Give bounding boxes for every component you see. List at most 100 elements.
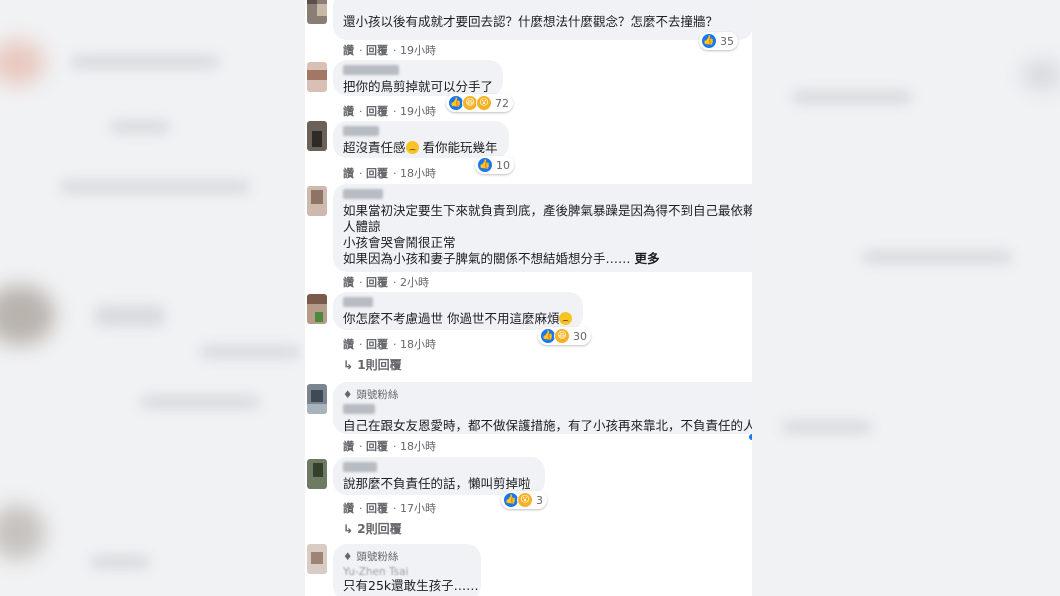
- avatar[interactable]: [307, 186, 327, 216]
- reply-button[interactable]: 回覆: [366, 502, 388, 515]
- reply-button[interactable]: 回覆: [366, 440, 388, 453]
- reaction-count: 72: [495, 96, 509, 110]
- reply-arrow-icon: ↳: [343, 358, 354, 372]
- timestamp[interactable]: 18小時: [400, 440, 436, 453]
- comment-actions: 讚 · 回覆 · 19小時: [343, 105, 436, 118]
- comment-bubble: ♦ 頭號粉絲 Yu-Zhen Tsai 只有25k還敢生孩子……: [333, 544, 481, 596]
- comment-bubble: 你怎麼不考慮過世 你過世不用這麼麻煩: [333, 292, 583, 330]
- avatar[interactable]: [307, 459, 327, 489]
- blurred-text: [95, 305, 165, 327]
- like-button[interactable]: 讚: [343, 338, 354, 351]
- blurred-author-name[interactable]: [343, 404, 375, 414]
- reaction-summary[interactable]: 👍 35: [699, 32, 738, 50]
- timestamp[interactable]: 18小時: [400, 167, 436, 180]
- comment-actions: 讚 · 回覆 · 2小時: [343, 276, 429, 289]
- reaction-count: 30: [573, 329, 587, 343]
- like-button[interactable]: 讚: [343, 105, 354, 118]
- comment-bubble: ♦ 頭號粉絲 自己在跟女友恩愛時，都不做保護措施，有了小孩再來靠北，不負責任的人: [333, 382, 752, 434]
- view-replies-link[interactable]: ↳ 1則回覆: [343, 356, 402, 373]
- comment-text: 超沒責任感 看你能玩幾年: [343, 140, 498, 155]
- reply-button[interactable]: 回覆: [366, 44, 388, 57]
- comment-text: 把你的鳥剪掉就可以分手了: [343, 79, 494, 94]
- like-button[interactable]: 讚: [343, 440, 354, 453]
- reply-button[interactable]: 回覆: [366, 105, 388, 118]
- like-button[interactable]: 讚: [343, 167, 354, 180]
- timestamp[interactable]: 19小時: [400, 44, 436, 57]
- blurred-avatar: [0, 285, 55, 345]
- like-icon: 👍: [477, 157, 493, 173]
- avatar[interactable]: [307, 384, 327, 414]
- comment-bubble: 把你的鳥剪掉就可以分手了: [333, 60, 503, 96]
- like-button[interactable]: 讚: [343, 276, 354, 289]
- blurred-author-name[interactable]: [343, 189, 383, 199]
- blurred-text: [862, 250, 1012, 264]
- diamond-icon: ♦: [343, 388, 353, 401]
- sad-emoji-icon: [405, 141, 419, 154]
- reaction-summary[interactable]: 👍 😮 3: [501, 491, 547, 509]
- comment-text-line: 人體諒: [343, 219, 381, 234]
- comment-bubble: 如果當初決定要生下來就負責到底，產後脾氣暴躁是因為得不到自己最依賴 人體諒 小孩…: [333, 184, 752, 272]
- comment-text: 說那麼不負責任的話，懶叫剪掉啦: [343, 476, 531, 491]
- diamond-icon: ♦: [343, 550, 353, 563]
- blurred-text: [60, 180, 250, 194]
- blurred-avatar: [0, 505, 45, 560]
- blurred-shape: [1022, 60, 1060, 90]
- like-button[interactable]: 讚: [343, 44, 354, 57]
- comment-text: 你怎麼不考慮過世 你過世不用這麼麻煩: [343, 311, 573, 327]
- blurred-background-right: [752, 0, 1060, 596]
- see-more-link[interactable]: 更多: [635, 251, 660, 266]
- blurred-text: [782, 420, 872, 434]
- blurred-author-name[interactable]: [343, 297, 373, 307]
- blurred-text: [792, 90, 912, 104]
- avatar[interactable]: [307, 294, 327, 324]
- avatar[interactable]: [307, 62, 327, 92]
- haha-icon: 😆: [554, 328, 570, 344]
- reaction-summary[interactable]: 👍 😆 30: [538, 327, 591, 345]
- comment-text: 還小孩以後有成就才要回去認？什麼想法什麼觀念？怎麼不去撞牆？: [343, 14, 719, 29]
- comment-text: 只有25k還敢生孩子……: [343, 578, 479, 593]
- comment-actions: 讚 · 回覆 · 18小時: [343, 338, 436, 351]
- blurred-author-name[interactable]: [343, 126, 379, 136]
- timestamp[interactable]: 18小時: [400, 338, 436, 351]
- top-fan-badge[interactable]: ♦ 頭號粉絲: [343, 549, 471, 564]
- wow-icon: 😮: [517, 492, 533, 508]
- comment-text-line: 如果因為小孩和妻子脾氣的關係不想結婚想分手…… 更多: [343, 251, 660, 266]
- like-button[interactable]: 讚: [343, 502, 354, 515]
- blurred-author-name[interactable]: [343, 65, 399, 75]
- blurred-text: [110, 120, 170, 134]
- reaction-count: 10: [496, 158, 510, 172]
- reaction-summary[interactable]: 👍 10: [475, 156, 514, 174]
- like-icon: 👍: [701, 33, 717, 49]
- comment-actions: 讚 · 回覆 · 18小時: [343, 167, 436, 180]
- top-fan-badge[interactable]: ♦ 頭號粉絲: [343, 387, 752, 402]
- comment-text-line: 小孩會哭會鬧很正常: [343, 235, 456, 250]
- reaction-summary[interactable]: 👍 😆 😮 72: [446, 94, 513, 112]
- comment-bubble: 還小孩以後有成就才要回去認？什麼想法什麼觀念？怎麼不去撞牆？: [333, 0, 752, 40]
- blurred-text: [70, 55, 220, 69]
- reaction-count: 3: [536, 493, 543, 507]
- sad-emoji-icon: [559, 312, 573, 325]
- reaction-count: 35: [720, 34, 734, 48]
- timestamp[interactable]: 19小時: [400, 105, 436, 118]
- reply-button[interactable]: 回覆: [366, 338, 388, 351]
- blurred-avatar: [0, 40, 45, 85]
- comment-text-line: 如果當初決定要生下來就負責到底，產後脾氣暴躁是因為得不到自己最依賴: [343, 203, 752, 218]
- timestamp[interactable]: 17小時: [400, 502, 436, 515]
- comment-text: 自己在跟女友恩愛時，都不做保護措施，有了小孩再來靠北，不負責任的人: [343, 418, 752, 433]
- reply-button[interactable]: 回覆: [366, 276, 388, 289]
- view-replies-link[interactable]: ↳ 2則回覆: [343, 520, 402, 537]
- wow-icon: 😮: [476, 95, 492, 111]
- avatar[interactable]: [307, 544, 327, 574]
- timestamp[interactable]: 2小時: [400, 276, 429, 289]
- blurred-text: [90, 555, 150, 569]
- avatar[interactable]: [307, 121, 327, 151]
- blurred-author-name[interactable]: Yu-Zhen Tsai: [343, 566, 471, 578]
- avatar[interactable]: [307, 0, 327, 24]
- reply-arrow-icon: ↳: [343, 522, 354, 536]
- blurred-background-left: [0, 0, 305, 596]
- comments-panel: 還小孩以後有成就才要回去認？什麼想法什麼觀念？怎麼不去撞牆？ 👍 35 讚 · 回…: [305, 0, 752, 596]
- blurred-author-name[interactable]: [343, 462, 377, 472]
- comment-actions: 讚 · 回覆 · 18小時: [343, 440, 436, 453]
- reply-button[interactable]: 回覆: [366, 167, 388, 180]
- blurred-text: [200, 345, 300, 359]
